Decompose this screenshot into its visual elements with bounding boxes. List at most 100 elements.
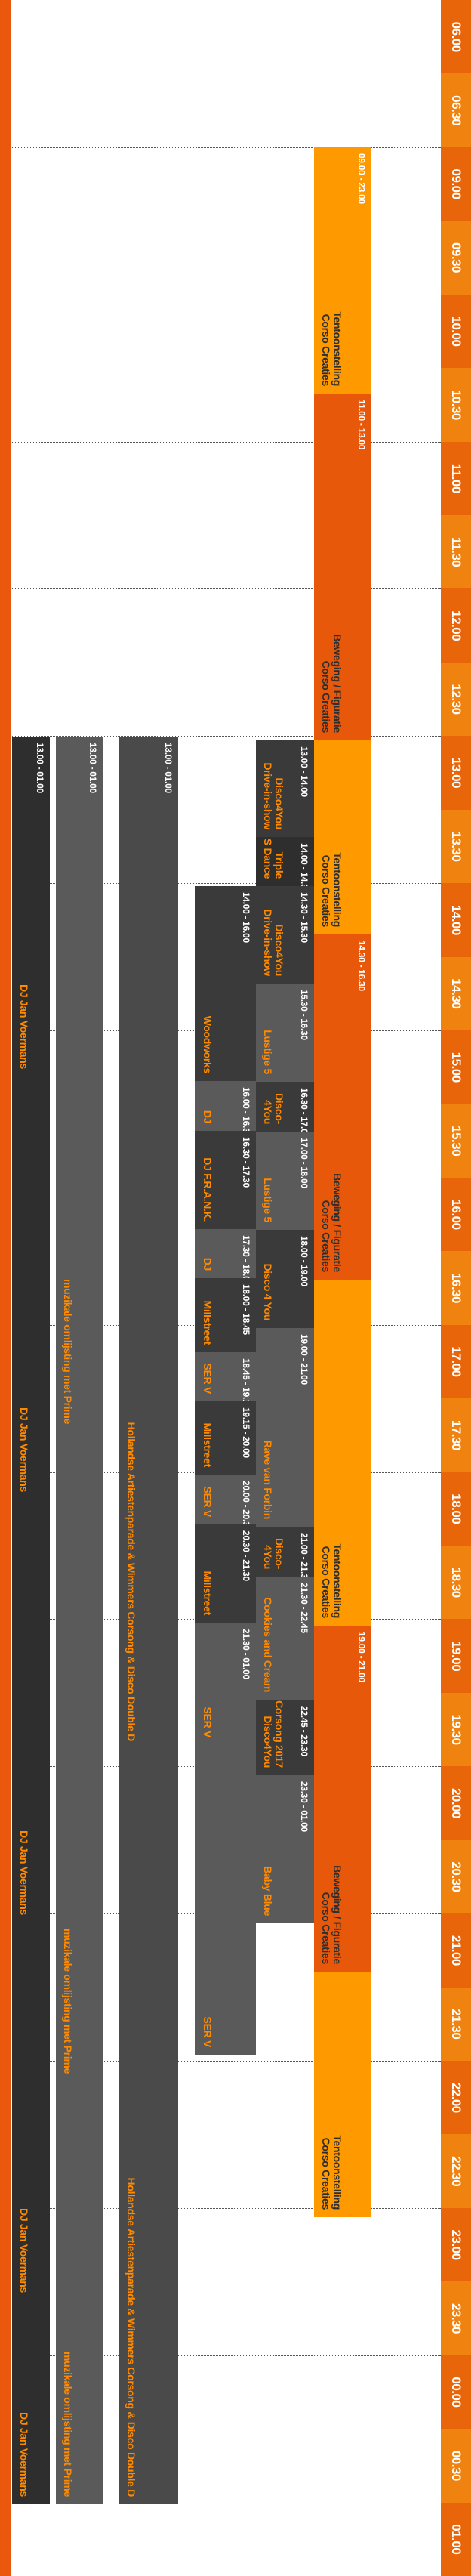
event-name: Disco 4 You: [262, 1263, 274, 1320]
event-time: 20.30 - 21.30: [241, 1530, 251, 1581]
event-lustige5-2[interactable]: 17.00 - 18.00 Lustige 5: [256, 1132, 314, 1230]
event-name: DJ Jan Voermans: [18, 984, 30, 1069]
time-label: 22.30: [441, 2134, 471, 2208]
time-label: 13.30: [441, 809, 471, 884]
event-time: 18.00 - 18.45: [241, 1284, 251, 1335]
event-name: Tentoonstelling Corso Creaties: [320, 311, 343, 386]
event-time: 18.45 - 19.15: [241, 1358, 251, 1401]
time-label: 19.00: [441, 1619, 471, 1693]
event-name: DJ Jan Voermans: [18, 2412, 30, 2497]
event-beweging-2[interactable]: 14.30 - 16.30 Beweging / Figuratie Corso…: [314, 934, 371, 1280]
event-time: 17.30 - 18.00: [241, 1235, 251, 1278]
event-triple-s[interactable]: 14.00 - 14.30 Triple S Dance: [256, 837, 314, 886]
event-dj-jan-voermans-b[interactable]: DJ Jan Voermans: [12, 1076, 50, 1500]
event-prime[interactable]: 13.00 - 01.00 muzikale omlijsting met Pr…: [56, 737, 103, 1432]
event-name: Hollandse Artiestenparade & Wimmers Cors…: [125, 2177, 137, 2497]
time-label: 21.00: [441, 1913, 471, 1988]
event-time: 16.00 - 16.30: [241, 1087, 251, 1131]
event-dj-jan-voermans-e[interactable]: DJ Jan Voermans: [12, 2300, 50, 2504]
event-baby-blue[interactable]: 23.30 - 01.00 Baby Blue: [256, 1775, 314, 1923]
event-disco4you-1[interactable]: 13.00 - 14.00 Disco4You Drive-in-show: [256, 740, 314, 837]
event-dj-jan-voermans-d[interactable]: DJ Jan Voermans: [12, 1923, 50, 2300]
event-name: Tentoonstelling Corso Creaties: [320, 1543, 343, 1618]
event-dj-1[interactable]: 16.00 - 16.30 DJ: [195, 1081, 256, 1131]
event-time: 09.00 - 23.00: [356, 153, 367, 204]
event-time: 19.00 - 21.00: [299, 1334, 309, 1385]
event-name: Millstreet: [202, 1300, 214, 1345]
event-corsong-2017[interactable]: 22.45 - 23.30 Corsong 2017 Disco4You: [256, 1700, 314, 1775]
time-label: 23.30: [441, 2281, 471, 2355]
time-label: 17.00: [441, 1324, 471, 1399]
event-millstreet-1[interactable]: 18.00 - 18.45 Millstreet: [195, 1278, 256, 1352]
event-name: SER V: [202, 1707, 214, 1737]
event-name: Disco4You Drive-in-show: [262, 909, 285, 976]
event-name: Millstreet: [202, 1422, 214, 1467]
event-time: 14.00 - 16.00: [241, 892, 251, 943]
time-header: 06.00 06.30 09.00 09.30 10.00 10.30 11.00 11.30…: [441, 0, 471, 2576]
event-name: Rave van Forbin: [262, 1440, 274, 1519]
event-disco4you-2[interactable]: 14.30 - 15.30 Disco4You Drive-in-show: [256, 886, 314, 984]
event-name: Beweging / Figuratie Corso Creaties: [320, 634, 343, 733]
event-tentoonstelling-3[interactable]: Tentoonstelling Corso Creaties: [314, 1280, 371, 1626]
event-time: 13.00 - 01.00: [163, 743, 174, 793]
event-disco4you-4[interactable]: 18.00 - 19.00 Disco 4 You: [256, 1230, 314, 1328]
event-dj-2[interactable]: 17.30 - 18.00 DJ: [195, 1229, 256, 1278]
time-label: 16.30: [441, 1251, 471, 1325]
gridline: [11, 588, 441, 590]
event-disco4you-3[interactable]: 16.30 - 17.00 Disco- 4You: [256, 1082, 314, 1132]
event-prime-b[interactable]: muzikale omlijsting met Prime: [56, 1432, 103, 2081]
event-lustige5-1[interactable]: 15.30 - 16.30 Lustige 5: [256, 984, 314, 1082]
event-tentoonstelling-1[interactable]: 09.00 - 23.00: [314, 147, 371, 295]
event-hollandse-b[interactable]: Hollandse Artiestenparade & Wimmers Cors…: [119, 1749, 178, 2504]
event-tentoonstelling-4[interactable]: Tentoonstelling Corso Creaties: [314, 1972, 371, 2217]
event-time: 21.30 - 01.00: [241, 1629, 251, 1679]
event-name: Disco- 4You: [262, 1093, 285, 1124]
event-time: 13.00 - 01.00: [88, 743, 98, 793]
event-name: Woodworks: [202, 1015, 214, 1073]
event-cookies-and-cream[interactable]: 21.30 - 22.45 Cookies and Cream: [256, 1577, 314, 1700]
time-label: 20.00: [441, 1766, 471, 1840]
event-hollandse[interactable]: 13.00 - 01.00 Hollandse Artiestenparade …: [119, 737, 178, 1749]
event-name: SER V: [202, 1486, 214, 1517]
time-label: 12.00: [441, 588, 471, 663]
time-label: 11.00: [441, 441, 471, 515]
event-tentoonstelling-2[interactable]: Tentoonstelling Corso Creaties: [314, 740, 371, 934]
event-time: 19.15 - 20.00: [241, 1407, 251, 1458]
event-time: 19.00 - 21.00: [356, 1632, 367, 1682]
event-time: 23.30 - 01.00: [299, 1781, 309, 1832]
event-rave-van-forbin[interactable]: 19.00 - 21.00 Rave van Forbin: [256, 1328, 314, 1527]
event-woodworks[interactable]: 14.00 - 16.00 Woodworks: [195, 886, 256, 1081]
event-dj-jan-voermans[interactable]: 13.00 - 01.00 DJ Jan Voermans: [12, 737, 50, 1076]
event-serv-3b[interactable]: SER V: [195, 1745, 256, 2055]
gridline: [11, 441, 441, 443]
time-label: 01.00: [441, 2502, 471, 2576]
time-label: 14.30: [441, 956, 471, 1030]
event-name: DJ Jan Voermans: [18, 2208, 30, 2293]
event-tentoonstelling-1b[interactable]: Tentoonstelling Corso Creaties: [314, 295, 371, 394]
event-serv-1[interactable]: 18.45 - 19.15 SER V: [195, 1352, 256, 1401]
event-name: Hollandse Artiestenparade & Wimmers Cors…: [125, 1422, 137, 1741]
event-beweging-1[interactable]: 11.00 - 13.00 Beweging / Figuratie Corso…: [314, 394, 371, 740]
event-name: Tentoonstelling Corso Creaties: [320, 2135, 343, 2210]
event-beweging-3[interactable]: 19.00 - 21.00 Beweging / Figuratie Corso…: [314, 1626, 371, 1972]
event-millstreet-3[interactable]: 20.30 - 21.30 Millstreet: [195, 1524, 256, 1623]
event-name: Disco4You Drive-in-show: [262, 762, 285, 829]
event-time: 22.45 - 23.30: [299, 1706, 309, 1756]
time-label: 15.30: [441, 1104, 471, 1178]
event-disco4you-5[interactable]: 21.00 - 21.30 Disco- 4You: [256, 1527, 314, 1577]
time-label: 14.00: [441, 883, 471, 957]
event-prime-c[interactable]: muzikale omlijsting met Prime: [56, 2081, 103, 2504]
time-label: 11.30: [441, 515, 471, 589]
event-dj-frank[interactable]: 16.30 - 17.30 DJ F.R.A.N.K.: [195, 1131, 256, 1229]
event-serv-3[interactable]: 21.30 - 01.00 SER V: [195, 1623, 256, 1745]
event-millstreet-2[interactable]: 19.15 - 20.00 Millstreet: [195, 1401, 256, 1475]
event-time: 20.00 - 20.30: [241, 1481, 251, 1524]
event-name: Baby Blue: [262, 1866, 274, 1916]
event-name: Tentoonstelling Corso Creaties: [320, 852, 343, 927]
time-label: 00.30: [441, 2429, 471, 2503]
gridline: [11, 147, 441, 148]
event-time: 14.30 - 15.30: [299, 892, 309, 943]
event-name: SER V: [202, 2016, 214, 2047]
event-serv-2[interactable]: 20.00 - 20.30 SER V: [195, 1475, 256, 1524]
event-dj-jan-voermans-c[interactable]: DJ Jan Voermans: [12, 1500, 50, 1923]
